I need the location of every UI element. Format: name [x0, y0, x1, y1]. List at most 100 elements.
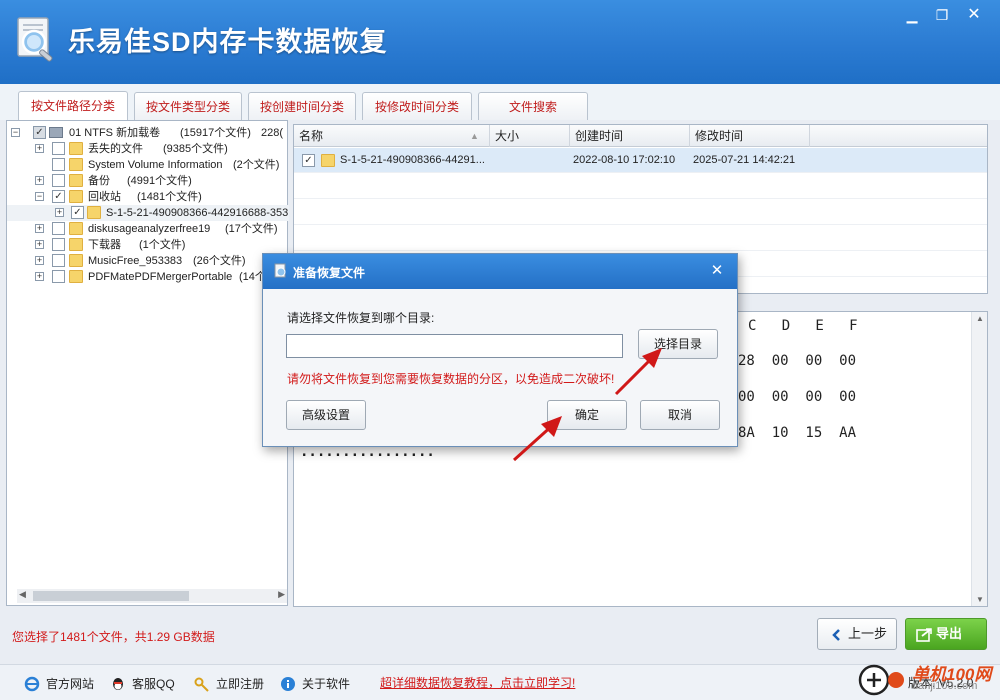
- table-row-empty: [294, 174, 987, 199]
- tab-bar: 按文件路径分类 按文件类型分类 按创建时间分类 按修改时间分类 文件搜索: [0, 84, 1000, 121]
- tab-by-type[interactable]: 按文件类型分类: [134, 92, 242, 120]
- dialog-prompt: 请选择文件恢复到哪个目录:: [287, 311, 435, 325]
- register-link[interactable]: 立即注册: [194, 675, 270, 693]
- ok-button[interactable]: 确定: [547, 400, 627, 430]
- folder-icon: [69, 270, 83, 283]
- dialog-title-bar: 准备恢复文件 ✕: [263, 254, 737, 289]
- minimize-button[interactable]: ▁: [898, 4, 926, 26]
- hex-vertical-scrollbar[interactable]: ▲ ▼: [971, 312, 987, 606]
- hex-line: 8A 10 15 AA: [738, 425, 857, 441]
- tree-checkbox[interactable]: [52, 254, 65, 267]
- tree-checkbox[interactable]: [52, 142, 65, 155]
- tree-node-size: 228(: [261, 127, 284, 139]
- expand-icon[interactable]: +: [35, 224, 44, 233]
- target-directory-input[interactable]: [286, 334, 623, 358]
- advanced-settings-button[interactable]: 高级设置: [286, 400, 366, 430]
- about-link[interactable]: 关于软件: [280, 675, 356, 693]
- tree-node-count: (1个文件): [139, 239, 186, 251]
- row-checkbox[interactable]: ✓: [302, 154, 315, 167]
- tree-node-count: (4991个文件): [127, 175, 192, 187]
- tree-checkbox[interactable]: [52, 174, 65, 187]
- expand-icon[interactable]: +: [35, 256, 44, 265]
- tree-node[interactable]: + PDFMatePDFMergerPortable (14个: [7, 269, 289, 285]
- tree-node[interactable]: + ✓ S-1-5-21-490908366-442916688-353: [7, 205, 289, 221]
- column-header-created[interactable]: 创建时间: [570, 125, 690, 147]
- expand-icon[interactable]: +: [35, 176, 44, 185]
- tree-checkbox[interactable]: ✓: [52, 190, 65, 203]
- info-icon: [281, 677, 295, 691]
- watermark-logo-icon: [858, 664, 904, 696]
- tree-checkbox[interactable]: [52, 238, 65, 251]
- folder-icon: [321, 154, 335, 167]
- tree-horizontal-scrollbar[interactable]: ◀ ▶: [17, 589, 287, 603]
- folder-icon: [69, 222, 83, 235]
- tree-node[interactable]: + 下载器 (1个文件): [7, 237, 289, 253]
- back-label: 上一步: [848, 626, 888, 641]
- dialog-close-button[interactable]: ✕: [707, 261, 727, 281]
- tab-by-created[interactable]: 按创建时间分类: [248, 92, 356, 120]
- tree-node-label: 01 NTFS 新加载卷: [69, 127, 161, 139]
- maximize-button[interactable]: ❐: [928, 4, 956, 26]
- tree-checkbox[interactable]: ✓: [33, 126, 46, 139]
- hex-line: 00 00 00 00: [738, 389, 857, 405]
- scrollbar-thumb[interactable]: [33, 591, 189, 601]
- choose-directory-button[interactable]: 选择目录: [638, 329, 718, 359]
- website-link[interactable]: 官方网站: [24, 675, 104, 693]
- back-button[interactable]: 上一步: [817, 618, 897, 650]
- tree-node[interactable]: − ✓ 回收站 (1481个文件): [7, 189, 289, 205]
- tree-checkbox[interactable]: [52, 158, 65, 171]
- export-button[interactable]: 导出: [905, 618, 987, 650]
- folder-tree[interactable]: − ✓ 01 NTFS 新加载卷 (15917个文件) 228( + 丢失的文件…: [6, 120, 289, 606]
- collapse-icon[interactable]: −: [35, 192, 44, 201]
- tree-checkbox[interactable]: [52, 222, 65, 235]
- tree-node-drive[interactable]: − ✓ 01 NTFS 新加载卷 (15917个文件) 228(: [7, 125, 289, 141]
- scroll-right-icon[interactable]: ▶: [278, 589, 285, 600]
- tree-node[interactable]: + MusicFree_953383 (26个文件): [7, 253, 289, 269]
- tab-by-modified[interactable]: 按修改时间分类: [362, 92, 472, 120]
- key-icon: [194, 677, 209, 692]
- scroll-down-icon[interactable]: ▼: [976, 595, 984, 604]
- folder-icon: [69, 142, 83, 155]
- expand-icon[interactable]: +: [35, 272, 44, 281]
- tree-node-label: S-1-5-21-490908366-442916688-353: [106, 207, 289, 219]
- drive-icon: [49, 127, 63, 138]
- tree-checkbox[interactable]: ✓: [71, 206, 84, 219]
- tree-node[interactable]: System Volume Information (2个文件): [7, 157, 289, 173]
- tree-node-label: 备份: [88, 175, 110, 187]
- scroll-left-icon[interactable]: ◀: [19, 589, 26, 600]
- tree-node[interactable]: + 备份 (4991个文件): [7, 173, 289, 189]
- tab-file-search[interactable]: 文件搜索: [478, 92, 588, 120]
- expand-icon[interactable]: +: [55, 208, 64, 217]
- cell-modified: 2025-07-21 14:42:21: [693, 154, 796, 166]
- ie-browser-icon: [24, 676, 40, 692]
- app-title: 乐易佳SD内存卡数据恢复: [68, 27, 388, 57]
- cell-name: S-1-5-21-490908366-44291...: [340, 154, 485, 166]
- tree-node-count: (26个文件): [193, 255, 246, 267]
- close-window-button[interactable]: ✕: [960, 4, 988, 26]
- cell-size: [496, 148, 570, 173]
- tree-checkbox[interactable]: [52, 270, 65, 283]
- qq-support-link[interactable]: 客服QQ: [110, 675, 186, 693]
- scroll-up-icon[interactable]: ▲: [976, 314, 984, 323]
- folder-icon: [69, 190, 83, 203]
- cancel-button[interactable]: 取消: [640, 400, 720, 430]
- dialog-warning: 请勿将文件恢复到您需要恢复数据的分区，以免造成二次破坏!: [287, 372, 615, 386]
- chevron-left-icon: [832, 629, 840, 641]
- table-row[interactable]: ✓ S-1-5-21-490908366-44291... 2022-08-10…: [294, 148, 987, 173]
- recover-dialog: 准备恢复文件 ✕ 请选择文件恢复到哪个目录: 选择目录 请勿将文件恢复到您需要恢…: [262, 253, 738, 447]
- expand-icon[interactable]: +: [35, 240, 44, 249]
- folder-icon: [69, 238, 83, 251]
- export-label: 导出: [936, 626, 963, 641]
- tree-node[interactable]: + diskusageanalyzerfree19 (17个文件): [7, 221, 289, 237]
- tree-node-label: 丢失的文件: [88, 143, 143, 155]
- column-header-name[interactable]: 名称 ▲: [294, 125, 490, 147]
- tutorial-link[interactable]: 超详细数据恢复教程，点击立即学习!: [380, 674, 575, 691]
- expand-icon[interactable]: +: [35, 144, 44, 153]
- tree-node[interactable]: + 丢失的文件 (9385个文件): [7, 141, 289, 157]
- column-header-size[interactable]: 大小: [490, 125, 570, 147]
- table-row-empty: [294, 200, 987, 225]
- column-header-modified[interactable]: 修改时间: [690, 125, 810, 147]
- tab-by-path[interactable]: 按文件路径分类: [18, 91, 128, 121]
- folder-icon: [69, 254, 83, 267]
- collapse-icon[interactable]: −: [11, 128, 20, 137]
